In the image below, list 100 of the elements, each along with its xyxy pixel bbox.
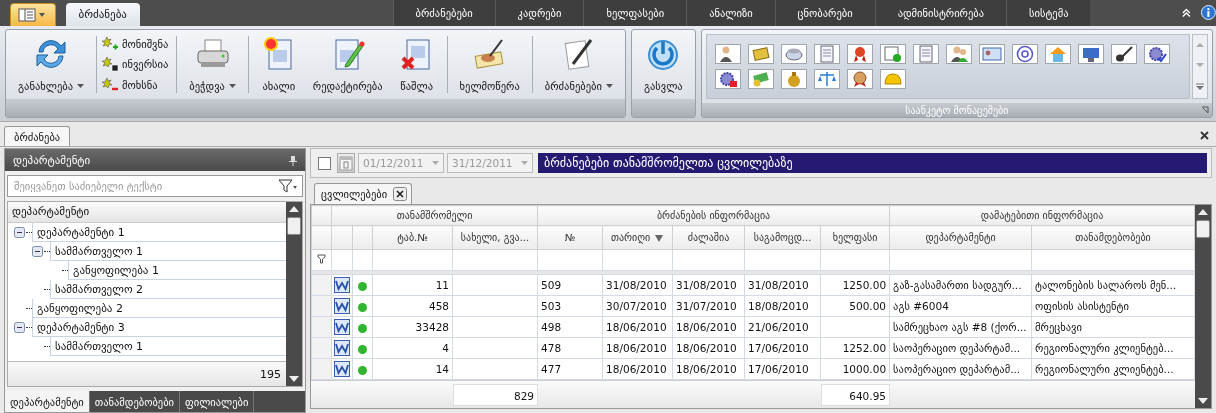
gallery-scrollbar[interactable]	[1192, 34, 1208, 99]
table-cell: რეგიონალური კლიენტებ...	[1035, 342, 1174, 354]
table-cell: 18/06/2010	[606, 363, 667, 375]
dialog-launcher-icon[interactable]	[1201, 106, 1209, 114]
gallery-item[interactable]	[1143, 44, 1170, 64]
star-invert-icon	[101, 56, 119, 73]
collapse-toggle[interactable]	[14, 227, 25, 238]
table-cell: 503	[541, 300, 562, 312]
collapse-icon[interactable]	[1182, 8, 1192, 18]
close-icon[interactable]	[1200, 131, 1209, 140]
ribbon-button[interactable]: წაშლა	[390, 32, 443, 97]
document-tab[interactable]: ბრძანება	[4, 126, 71, 146]
scroll-up-icon[interactable]	[1197, 208, 1209, 216]
gallery-item[interactable]	[846, 69, 873, 89]
tree-item[interactable]: განყოფილება 2	[32, 299, 286, 318]
money-icon	[750, 70, 771, 88]
table-cell: 4	[442, 342, 449, 354]
document-icon[interactable]	[334, 319, 350, 335]
table-cell: 18/06/2010	[606, 321, 667, 333]
calendar-icon	[339, 155, 353, 171]
scrollbar[interactable]	[1195, 205, 1211, 408]
ribbon-button[interactable]: განახლება	[10, 32, 92, 97]
panel-tab[interactable]: თანამდებობები	[89, 391, 181, 412]
search-box[interactable]: შეიყვანეთ საძიებელი ტექსტი	[7, 175, 303, 197]
menu-icon	[17, 8, 48, 22]
scroll-thumb[interactable]	[287, 217, 301, 235]
document-icon[interactable]	[334, 298, 350, 314]
table-cell: საოპერაციო დეპარტამ...	[893, 342, 1021, 354]
collapse-toggle[interactable]	[14, 322, 25, 333]
document-icon[interactable]	[334, 340, 350, 356]
scroll-down-icon[interactable]	[288, 375, 300, 383]
ribbon-button[interactable]: მოხსნა	[101, 76, 169, 93]
gallery-item[interactable]	[945, 44, 972, 64]
table-cell: 477	[541, 363, 562, 375]
table-cell: ოფისის ასისტენტი	[1035, 300, 1129, 312]
expand-icon[interactable]	[1195, 82, 1205, 91]
ribbon-button[interactable]: რედაქტირება	[304, 32, 391, 97]
column-header[interactable]: დეპარტამენტი	[889, 225, 1032, 250]
table-cell: 30/07/2010	[606, 300, 667, 312]
table-cell: 11	[435, 279, 449, 291]
tree-item[interactable]: სამმართველო 1	[50, 337, 286, 356]
table-cell: 1252.00	[842, 342, 887, 354]
gallery-item[interactable]	[714, 69, 741, 89]
ribbon-button[interactable]: ახალი	[252, 32, 305, 97]
people-icon	[948, 45, 969, 63]
gallery-item[interactable]	[1077, 44, 1104, 64]
ribbon-button[interactable]: მონიშვნა	[101, 36, 169, 53]
scroll-up-icon[interactable]	[288, 205, 300, 213]
guitar-icon	[1113, 45, 1134, 63]
summary-cell: 640.95	[821, 383, 890, 406]
close-icon[interactable]	[393, 187, 408, 201]
table-cell: 31/08/2010	[748, 279, 809, 291]
gallery-item[interactable]	[1011, 44, 1038, 64]
tree-item[interactable]: სამმართველო 1	[50, 242, 286, 261]
table-cell: 14	[435, 363, 449, 375]
info-icon[interactable]	[1201, 4, 1216, 21]
table-cell: 21/06/2010	[748, 321, 809, 333]
checkbox[interactable]	[318, 156, 331, 170]
pin-icon[interactable]	[289, 154, 297, 166]
filter-icon[interactable]	[317, 253, 326, 265]
column-header[interactable]: თანამდებობები	[1031, 225, 1195, 250]
document-icon[interactable]	[334, 277, 350, 293]
collapse-toggle[interactable]	[32, 246, 43, 257]
ribbon-button[interactable]: ბრძანებები	[536, 32, 621, 97]
table-cell: 500.00	[849, 300, 887, 312]
application-menu-button[interactable]	[10, 3, 56, 26]
ribbon-button[interactable]: გასვლა	[635, 32, 691, 97]
row-count: 195	[260, 367, 281, 381]
tree-item[interactable]: განყოფილება 1	[68, 261, 286, 280]
table-cell: 498	[541, 321, 562, 333]
table-cell: 17/06/2010	[748, 342, 809, 354]
ribbon-tab[interactable]: ბრძანება	[65, 3, 140, 26]
column-header[interactable]: დეპარტამენტი	[8, 202, 286, 223]
ribbon-button[interactable]: ბეჭდვა	[181, 32, 244, 97]
table-cell: სამრეცხაო აგს #8 (ქორ...	[893, 321, 1027, 333]
table-cell: საოპერაციო დეპარტამ...	[893, 363, 1021, 375]
tab-label: ცვლილებები	[321, 188, 388, 200]
gallery-item[interactable]	[714, 44, 741, 64]
tree-item[interactable]: დეპარტამენტი 1	[32, 223, 286, 242]
column-group-header: დამატებითი ინფორმაცია	[889, 205, 1195, 226]
panel-tab[interactable]: ფილიალები	[180, 391, 255, 412]
tree-item[interactable]: დეპარტამენტი 3	[32, 318, 286, 337]
tree-item[interactable]: სამმართველო 2	[50, 280, 286, 299]
ribbon-button[interactable]: ინვერსია	[101, 56, 169, 73]
column-group-header: ბრძანების ინფორმაცია	[537, 205, 890, 226]
table-cell: 18/06/2010	[676, 321, 737, 333]
document-icon[interactable]	[334, 361, 350, 377]
gallery-item[interactable]	[1110, 44, 1137, 64]
panel-tab[interactable]: დეპარტამენტი	[5, 391, 90, 412]
scroll-thumb[interactable]	[1196, 220, 1210, 238]
scrollbar[interactable]	[286, 202, 302, 386]
filter-icon[interactable]	[278, 179, 298, 193]
grid-tab[interactable]: ცვლილებები	[314, 183, 413, 204]
scroll-down-icon[interactable]	[1197, 397, 1209, 405]
table-cell: 1250.00	[842, 279, 887, 291]
ribbon-button[interactable]: ხელმოწერა	[451, 32, 528, 97]
table-cell: 18/06/2010	[676, 342, 737, 354]
gallery-item[interactable]	[846, 44, 873, 64]
search-field[interactable]: შეიყვანეთ საძიებელი ტექსტი	[12, 179, 278, 193]
table-cell: 33428	[415, 321, 449, 333]
